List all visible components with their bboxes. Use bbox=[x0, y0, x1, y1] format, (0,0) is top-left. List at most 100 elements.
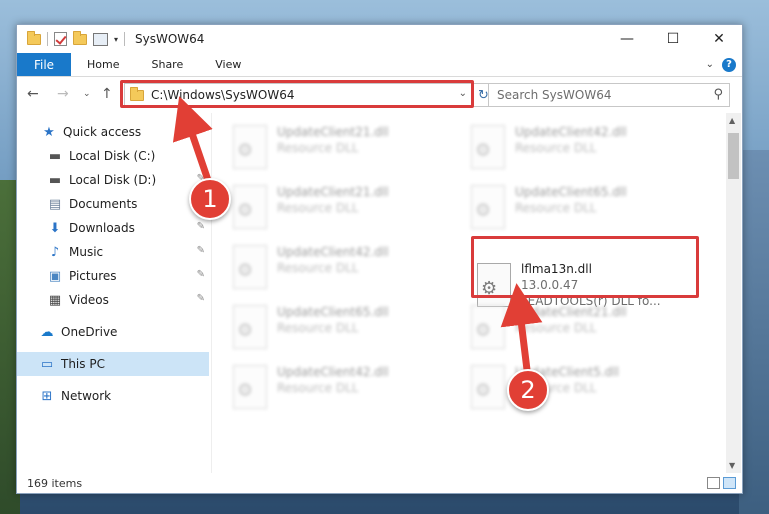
dll-file-icon bbox=[233, 185, 267, 229]
drive-icon: ▬ bbox=[48, 148, 62, 164]
maximize-button[interactable]: ☐ bbox=[650, 25, 696, 53]
star-icon: ★ bbox=[43, 124, 55, 140]
dll-file-icon bbox=[471, 305, 505, 349]
file-type: Resource DLL bbox=[277, 321, 359, 335]
computer-icon: ▭ bbox=[40, 356, 54, 372]
pane-divider[interactable] bbox=[211, 113, 212, 473]
properties-check-icon[interactable] bbox=[54, 32, 67, 46]
file-name: UpdateClient21.dll bbox=[277, 125, 389, 139]
sidebar-item-local-disk-c[interactable]: ▬ Local Disk (C:) bbox=[17, 144, 209, 168]
sidebar-item-label: Videos bbox=[69, 293, 109, 307]
pin-icon[interactable]: ✎ bbox=[197, 221, 205, 232]
scroll-up-icon[interactable]: ▲ bbox=[729, 116, 735, 125]
toolbar-separator bbox=[124, 32, 126, 46]
sidebar-item-label: Music bbox=[69, 245, 104, 259]
dll-file-icon bbox=[233, 245, 267, 289]
desktop-background-right bbox=[739, 150, 769, 514]
music-icon: ♪ bbox=[50, 244, 60, 260]
file-item[interactable]: UpdateClient21.dll Resource DLL bbox=[225, 121, 455, 177]
file-item[interactable]: UpdateClient42.dll Resource DLL bbox=[225, 241, 455, 297]
file-item[interactable]: UpdateClient21.dll Resource DLL bbox=[225, 181, 455, 237]
scroll-down-icon[interactable]: ▼ bbox=[729, 461, 735, 470]
file-item[interactable]: UpdateClient65.dll Resource DLL bbox=[225, 301, 455, 357]
search-icon: ⚲ bbox=[713, 87, 723, 102]
download-icon: ⬇ bbox=[49, 220, 61, 236]
sidebar-item-label: Local Disk (C:) bbox=[69, 149, 156, 163]
status-bar: 169 items bbox=[17, 473, 742, 494]
minimize-button[interactable]: — bbox=[604, 25, 650, 53]
ribbon-tabs: File Home Share View ⌄ ? bbox=[17, 53, 742, 77]
file-type: Resource DLL bbox=[515, 201, 597, 215]
address-bar-highlight bbox=[120, 80, 474, 108]
recent-locations-icon[interactable]: ⌄ bbox=[83, 89, 91, 99]
file-type: Resource DLL bbox=[277, 141, 359, 155]
customize-toolbar-icon[interactable] bbox=[93, 32, 108, 46]
sidebar-item-label: Pictures bbox=[69, 269, 117, 283]
file-name: UpdateClient65.dll bbox=[277, 305, 389, 319]
forward-arrow-icon[interactable]: → bbox=[57, 86, 69, 102]
folder-icon[interactable] bbox=[27, 30, 41, 45]
pictures-icon: ▣ bbox=[48, 268, 62, 284]
sidebar-item-downloads[interactable]: ⬇ Downloads ✎ bbox=[17, 216, 209, 240]
file-name: UpdateClient65.dll bbox=[515, 185, 627, 199]
dll-file-icon bbox=[471, 185, 505, 229]
details-view-icon[interactable] bbox=[707, 477, 720, 489]
sidebar-item-label: OneDrive bbox=[61, 325, 118, 339]
file-type: Resource DLL bbox=[515, 141, 597, 155]
tab-share[interactable]: Share bbox=[135, 53, 199, 76]
sidebar-item-label: This PC bbox=[61, 357, 105, 371]
tab-file[interactable]: File bbox=[17, 53, 71, 76]
sidebar-item-label: Local Disk (D:) bbox=[69, 173, 157, 187]
dll-file-icon bbox=[233, 365, 267, 409]
sidebar-item-label: Documents bbox=[69, 197, 138, 211]
file-item[interactable]: UpdateClient5.dll Resource DLL bbox=[463, 361, 693, 417]
tab-home[interactable]: Home bbox=[71, 53, 135, 76]
close-button[interactable]: ✕ bbox=[696, 25, 742, 53]
sidebar-item-this-pc[interactable]: ▭ This PC bbox=[17, 352, 209, 376]
sidebar-item-onedrive[interactable]: ☁ OneDrive bbox=[17, 320, 209, 344]
help-icon[interactable]: ? bbox=[722, 57, 736, 72]
videos-icon: ▦ bbox=[48, 292, 62, 308]
sidebar-item-documents[interactable]: ▤ Documents ✎ bbox=[17, 192, 209, 216]
sidebar-item-quick-access[interactable]: ★ Quick access bbox=[17, 120, 209, 144]
pin-icon[interactable]: ✎ bbox=[197, 269, 205, 280]
tiles-view-icon[interactable] bbox=[723, 477, 736, 489]
sidebar-item-local-disk-d[interactable]: ▬ Local Disk (D:) ✎ bbox=[17, 168, 209, 192]
file-item[interactable]: UpdateClient21.dll Resource DLL bbox=[463, 301, 693, 357]
pin-icon[interactable]: ✎ bbox=[197, 245, 205, 256]
chevron-down-icon[interactable]: ▾ bbox=[114, 35, 118, 44]
vertical-scrollbar[interactable]: ▲ ▼ bbox=[726, 113, 741, 473]
cloud-icon: ☁ bbox=[40, 324, 54, 340]
sidebar-item-label: Quick access bbox=[63, 125, 142, 139]
up-arrow-icon[interactable]: ↑ bbox=[101, 86, 113, 102]
title-bar: ▾ SysWOW64 — ☐ ✕ bbox=[17, 25, 742, 53]
toolbar-separator bbox=[47, 32, 48, 46]
item-count: 169 items bbox=[27, 477, 83, 490]
sidebar-item-videos[interactable]: ▦ Videos ✎ bbox=[17, 288, 209, 312]
file-item[interactable]: UpdateClient65.dll Resource DLL bbox=[463, 181, 693, 237]
expand-ribbon-icon[interactable]: ⌄ bbox=[706, 59, 714, 70]
quick-access-toolbar: ▾ bbox=[27, 30, 126, 46]
dll-file-icon bbox=[471, 125, 505, 169]
sidebar-item-pictures[interactable]: ▣ Pictures ✎ bbox=[17, 264, 209, 288]
file-item[interactable]: UpdateClient42.dll Resource DLL bbox=[463, 121, 693, 177]
sidebar-item-label: Network bbox=[61, 389, 112, 403]
file-item[interactable]: UpdateClient42.dll Resource DLL bbox=[225, 361, 455, 417]
dll-file-icon bbox=[471, 365, 505, 409]
window-title: SysWOW64 bbox=[135, 32, 205, 46]
tab-view[interactable]: View bbox=[199, 53, 257, 76]
back-arrow-icon[interactable]: ← bbox=[27, 86, 39, 102]
file-highlight bbox=[471, 236, 699, 298]
drive-icon: ▬ bbox=[48, 172, 62, 188]
pin-icon[interactable]: ✎ bbox=[197, 293, 205, 304]
network-icon: ⊞ bbox=[41, 388, 53, 404]
sidebar-item-network[interactable]: ⊞ Network bbox=[17, 384, 209, 408]
file-type: Resource DLL bbox=[277, 261, 359, 275]
search-placeholder: Search SysWOW64 bbox=[497, 88, 612, 102]
step-badge-2: 2 bbox=[507, 369, 549, 411]
scrollbar-thumb[interactable] bbox=[728, 133, 739, 179]
search-input[interactable]: Search SysWOW64 ⚲ bbox=[488, 83, 730, 107]
file-type: Resource DLL bbox=[277, 381, 359, 395]
sidebar-item-music[interactable]: ♪ Music ✎ bbox=[17, 240, 209, 264]
new-folder-icon[interactable] bbox=[73, 30, 87, 45]
